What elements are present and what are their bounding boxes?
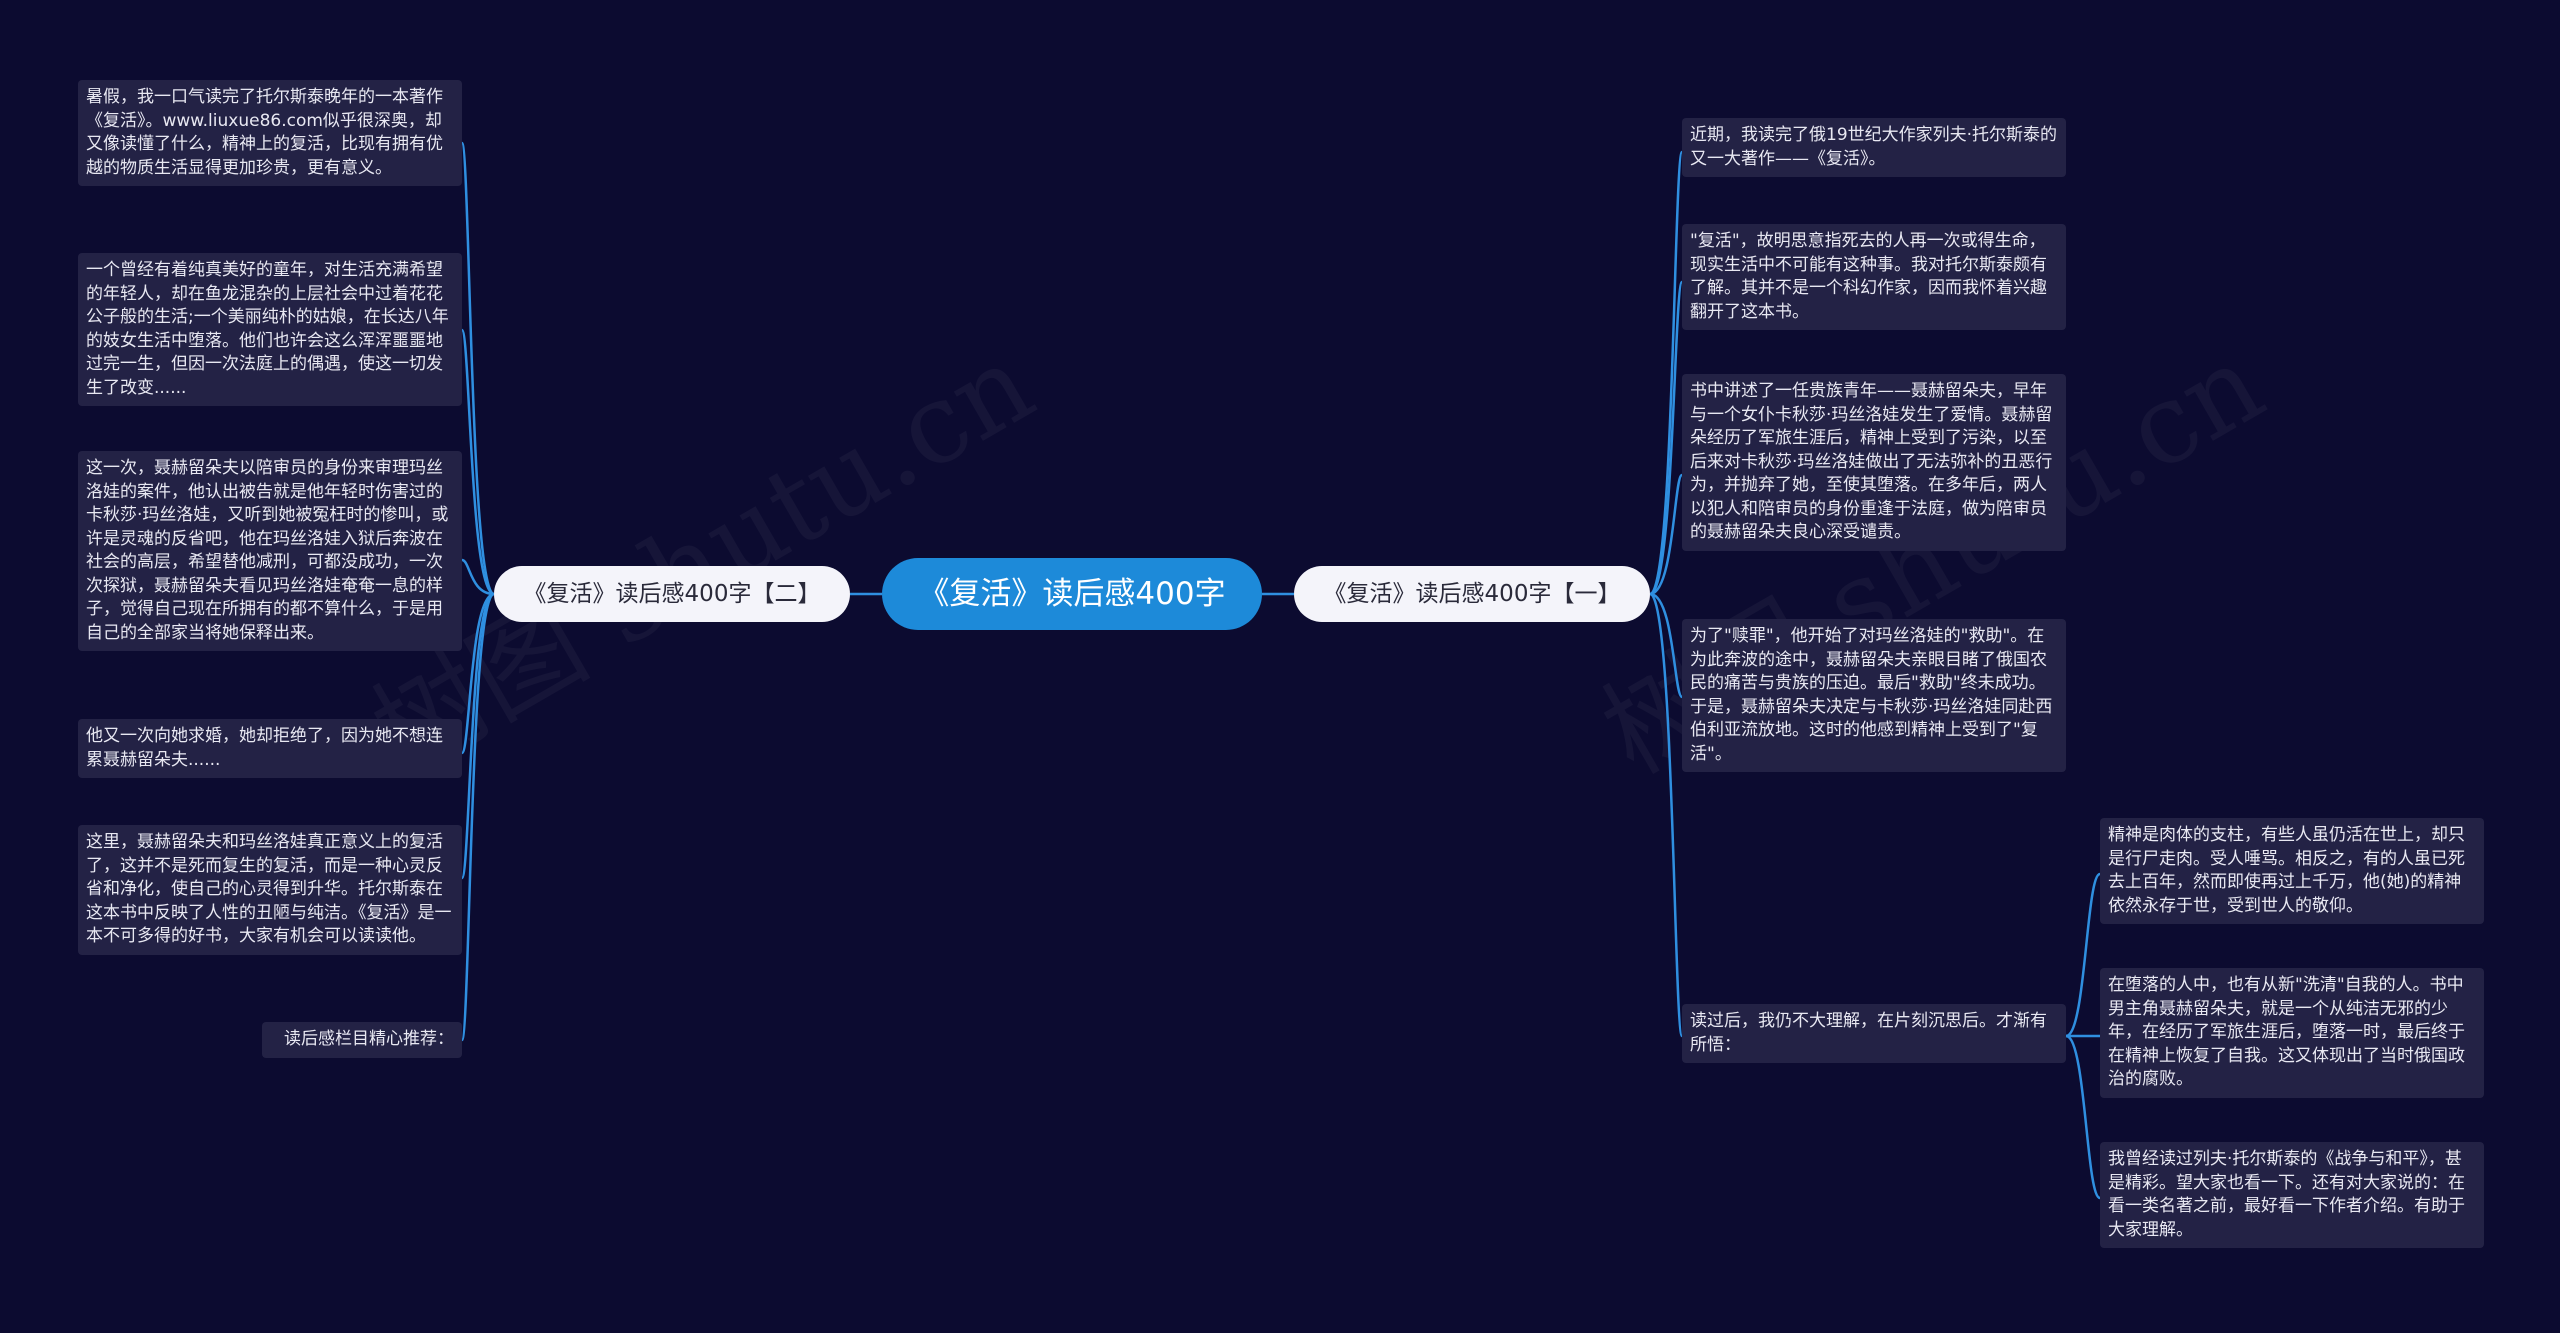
connector-right-2 xyxy=(1649,280,1684,596)
left-leaf-1[interactable]: 暑假，我一口气读完了托尔斯泰晚年的一本著作《复活》。www.liuxue86.c… xyxy=(78,80,462,186)
left-leaf-3[interactable]: 这一次，聂赫留朵夫以陪审员的身份来审理玛丝洛娃的案件，他认出被告就是他年轻时伤害… xyxy=(78,451,462,651)
right-leaf-2[interactable]: "复活"，故明思意指死去的人再一次或得生命，现实生活中不可能有这种事。我对托尔斯… xyxy=(1682,224,2066,330)
root-topic[interactable]: 《复活》读后感400字 xyxy=(882,558,1262,630)
connector-right-5 xyxy=(1648,592,1684,1038)
left-leaf-6[interactable]: 读后感栏目精心推荐： xyxy=(262,1022,462,1058)
right-leaf-5[interactable]: 读过后，我仍不大理解，在片刻沉思后。才渐有所悟： xyxy=(1682,1004,2066,1063)
connector-sub-1 xyxy=(2065,872,2102,1038)
right-sub-leaf-3[interactable]: 我曾经读过列夫·托尔斯泰的《战争与和平》，甚是精彩。望大家也看一下。还有对大家说… xyxy=(2100,1142,2484,1248)
right-leaf-1[interactable]: 近期，我读完了俄19世纪大作家列夫·托尔斯泰的又一大著作——《复活》。 xyxy=(1682,118,2066,177)
right-sub-leaf-1[interactable]: 精神是肉体的支柱，有些人虽仍活在世上，却只是行尸走肉。受人唾骂。相反之，有的人虽… xyxy=(2100,818,2484,924)
branch-right-topic[interactable]: 《复活》读后感400字【一】 xyxy=(1294,566,1650,622)
right-leaf-3[interactable]: 书中讲述了一任贵族青年——聂赫留朵夫，早年与一个女仆卡秋莎·玛丝洛娃发生了爱情。… xyxy=(1682,374,2066,551)
connector-lines xyxy=(460,141,2102,1200)
right-sub-leaf-2[interactable]: 在堕落的人中，也有从新"洗清"自我的人。书中男主角聂赫留朵夫，就是一个从纯洁无邪… xyxy=(2100,968,2484,1098)
left-leaf-5[interactable]: 这里，聂赫留朵夫和玛丝洛娃真正意义上的复活了，这并不是死而复生的复活，而是一种心… xyxy=(78,825,462,955)
connector-left-2 xyxy=(460,328,495,596)
left-leaf-4[interactable]: 他又一次向她求婚，她却拒绝了，因为她不想连累聂赫留朵夫...... xyxy=(78,719,462,778)
mind-map-canvas: 树图 shutu.cn 树图 shutu.cn 《复活》读后感400字 《复活》… xyxy=(0,0,2560,1333)
right-leaf-4[interactable]: 为了"赎罪"，他开始了对玛丝洛娃的"救助"。在为此奔波的途中，聂赫留朵夫亲眼目睹… xyxy=(1682,619,2066,772)
left-leaf-2[interactable]: 一个曾经有着纯真美好的童年，对生活充满希望的年轻人，却在鱼龙混杂的上层社会中过着… xyxy=(78,253,462,406)
branch-left-topic[interactable]: 《复活》读后感400字【二】 xyxy=(494,566,850,622)
connector-sub-3 xyxy=(2065,1034,2102,1200)
